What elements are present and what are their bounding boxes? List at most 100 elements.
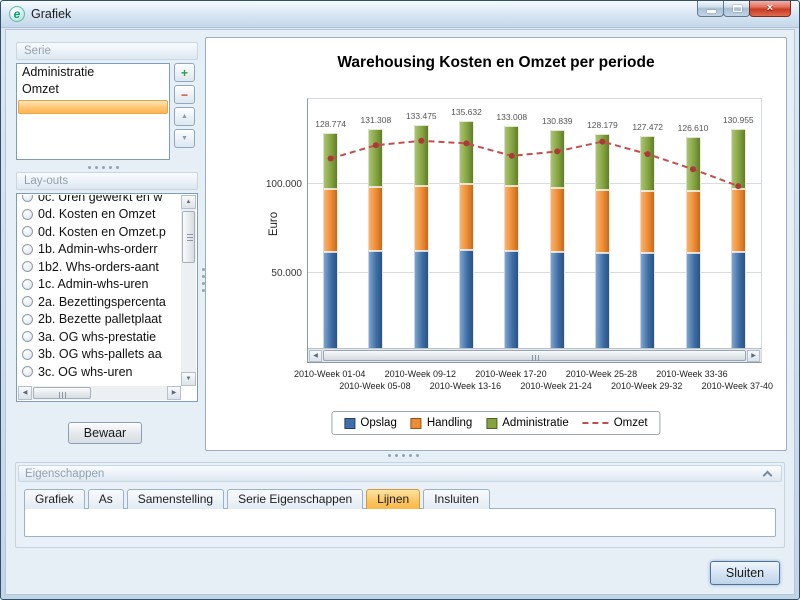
x-axis-label: 2010-Week 25-28 — [556, 369, 646, 379]
layouts-list[interactable]: 0c. Uren gewerkt en w 0d. Kosten en Omzet… — [18, 195, 181, 386]
layout-option-0d-kosten-en-omzet-p[interactable]: 0d. Kosten en Omzet.p — [18, 223, 181, 241]
x-axis-label: 2010-Week 01-04 — [285, 369, 375, 379]
chart-scroll-thumb[interactable] — [323, 350, 746, 361]
layout-option-label: 1b. Admin-whs-orderr — [38, 242, 158, 256]
collapse-chevron-icon[interactable] — [763, 471, 773, 481]
serie-buttons: + − ▲ ▼ — [174, 63, 196, 148]
serie-panel-header: Serie — [16, 42, 198, 60]
radio-icon[interactable] — [22, 279, 33, 290]
grafiek-window: e Grafiek × Serie AdministratieOmzet +−▲… — [0, 0, 800, 600]
scroll-left-icon[interactable]: ◀ — [18, 386, 32, 400]
chart-horizontal-scrollbar[interactable]: ◀ ▶ — [308, 348, 761, 362]
remove-button[interactable]: − — [174, 85, 195, 104]
minimize-button[interactable] — [697, 1, 724, 17]
x-axis-label: 2010-Week 17-20 — [466, 369, 556, 379]
remove-icon: − — [181, 89, 188, 101]
x-axis-label: 2010-Week 37-40 — [692, 381, 782, 391]
legend-item-opslag: Opslag — [344, 417, 396, 429]
close-button[interactable]: × — [749, 1, 791, 17]
layout-option-label: 1c. Admin-whs-uren — [38, 277, 148, 291]
radio-icon[interactable] — [22, 314, 33, 325]
serie-list[interactable]: AdministratieOmzet — [16, 63, 170, 160]
serie-panel: Serie AdministratieOmzet + − ▲ ▼ — [16, 42, 198, 172]
x-axis-label: 2010-Week 21-24 — [511, 381, 601, 391]
layout-option-label: 3a. OG whs-prestatie — [38, 330, 156, 344]
layout-option-label: 1b2. Whs-orders-aant — [38, 260, 159, 274]
layout-option-label: 2a. Bezettingspercenta — [38, 295, 166, 309]
layout-option-3c-og-whs-uren[interactable]: 3c. OG whs-uren — [18, 363, 181, 381]
layout-option-1c-admin-whs-uren[interactable]: 1c. Admin-whs-uren — [18, 276, 181, 294]
maximize-button[interactable] — [723, 1, 750, 17]
layout-option-label: 2b. Bezette palletplaat — [38, 312, 162, 326]
add-button[interactable]: + — [174, 63, 195, 82]
radio-icon[interactable] — [22, 331, 33, 342]
eigenschappen-panel: Eigenschappen GrafiekAsSamenstellingSeri… — [15, 462, 785, 548]
layout-option-0d-kosten-en-omzet[interactable]: 0d. Kosten en Omzet — [18, 206, 181, 224]
plot-area: ◀ ▶ 50.000100.000128.774131.308133.47513… — [307, 98, 762, 363]
chart-legend: OpslagHandlingAdministratieOmzet — [331, 411, 660, 435]
radio-icon[interactable] — [22, 244, 33, 255]
layout-option-2b-bezette-palletplaat[interactable]: 2b. Bezette palletplaat — [18, 311, 181, 329]
app-icon: e — [9, 6, 25, 22]
y-axis-title: Euro — [268, 204, 280, 244]
bar-total-label: 130.955 — [710, 115, 766, 125]
layout-option-2a-bezettingspercenta[interactable]: 2a. Bezettingspercenta — [18, 293, 181, 311]
serie-list-item[interactable]: Omzet — [17, 81, 169, 98]
move-up-button[interactable]: ▲ — [174, 107, 195, 126]
tab-samenstelling[interactable]: Samenstelling — [127, 489, 224, 509]
window-title: Grafiek — [31, 7, 71, 21]
layout-option-0c-uren-gewerkt-en-w[interactable]: 0c. Uren gewerkt en w — [18, 195, 181, 206]
radio-icon[interactable] — [22, 226, 33, 237]
serie-resize-grip[interactable] — [88, 166, 91, 169]
layout-option-3b-og-whs-pallets-aa[interactable]: 3b. OG whs-pallets aa — [18, 346, 181, 364]
layout-option-1b2-whs-orders-aant[interactable]: 1b2. Whs-orders-aant — [18, 258, 181, 276]
serie-selected-row[interactable] — [18, 100, 168, 114]
tab-as[interactable]: As — [88, 489, 124, 509]
radio-icon[interactable] — [22, 366, 33, 377]
y-axis-tick-label: 100.000 — [252, 179, 302, 190]
move-up-icon: ▲ — [181, 113, 188, 120]
scroll-down-icon[interactable]: ▼ — [181, 372, 196, 386]
add-icon: + — [181, 67, 188, 79]
legend-dashed-line-icon — [583, 422, 609, 424]
bewaar-button[interactable]: Bewaar — [68, 422, 142, 444]
vertical-scroll-thumb[interactable] — [182, 211, 195, 263]
eigenschappen-tab-content[interactable] — [24, 508, 776, 537]
window-content: Serie AdministratieOmzet +−▲▼ Lay-outs 0… — [5, 29, 795, 595]
tab-lijnen[interactable]: Lijnen — [366, 489, 420, 509]
titlebar[interactable]: e Grafiek × — [1, 1, 799, 28]
radio-icon[interactable] — [22, 261, 33, 272]
chart-scroll-right-icon[interactable]: ▶ — [747, 350, 760, 362]
tab-insluiten[interactable]: Insluiten — [423, 489, 490, 509]
omzet-line — [308, 99, 763, 364]
move-down-button[interactable]: ▼ — [174, 129, 195, 148]
horizontal-scroll-thumb[interactable] — [33, 387, 91, 399]
layout-option-label: 0c. Uren gewerkt en w — [38, 195, 162, 204]
radio-icon[interactable] — [22, 349, 33, 360]
radio-icon[interactable] — [22, 195, 33, 202]
tab-grafiek[interactable]: Grafiek — [24, 489, 85, 509]
serie-list-item[interactable]: Administratie — [17, 64, 169, 81]
x-axis-label: 2010-Week 13-16 — [421, 381, 511, 391]
radio-icon[interactable] — [22, 296, 33, 307]
sluiten-button[interactable]: Sluiten — [710, 561, 780, 585]
legend-swatch-icon — [411, 418, 422, 429]
tab-serie-eigenschappen[interactable]: Serie Eigenschappen — [227, 489, 363, 509]
layout-option-label: 3b. OG whs-pallets aa — [38, 347, 162, 361]
horizontal-splitter-grip[interactable] — [388, 454, 391, 457]
chart-scroll-left-icon[interactable]: ◀ — [309, 350, 322, 362]
layout-option-1b-admin-whs-orderr[interactable]: 1b. Admin-whs-orderr — [18, 241, 181, 259]
scroll-right-icon[interactable]: ▶ — [167, 386, 181, 400]
layouts-vertical-scrollbar[interactable]: ▲ ▼ — [181, 195, 196, 386]
layouts-horizontal-scrollbar[interactable]: ◀ ▶ — [18, 386, 181, 400]
x-axis-label: 2010-Week 29-32 — [602, 381, 692, 391]
radio-icon[interactable] — [22, 209, 33, 220]
scroll-up-icon[interactable]: ▲ — [181, 195, 196, 209]
move-down-icon: ▼ — [181, 135, 188, 142]
chart-title: Warehousing Kosten en Omzet per periode — [206, 54, 786, 72]
legend-swatch-icon — [344, 418, 355, 429]
layout-option-label: 3c. OG whs-uren — [38, 365, 132, 379]
legend-label: Administratie — [502, 417, 568, 429]
layout-option-3a-og-whs-prestatie[interactable]: 3a. OG whs-prestatie — [18, 328, 181, 346]
minimize-icon — [707, 10, 716, 13]
